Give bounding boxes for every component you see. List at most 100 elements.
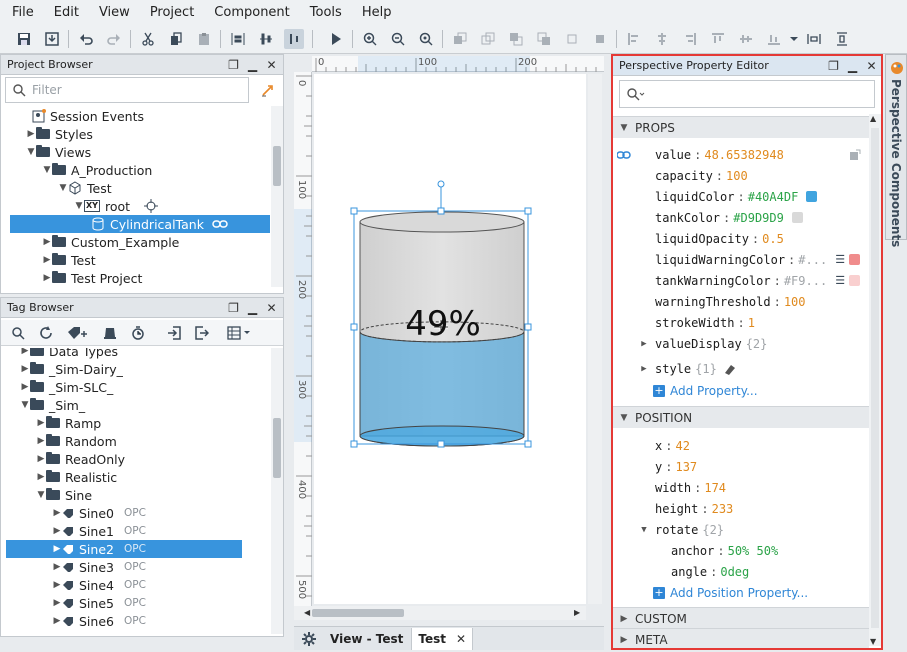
- restore-icon[interactable]: ❐: [228, 58, 239, 72]
- link-with-editor-icon[interactable]: [259, 81, 277, 99]
- expand-arrow-icon[interactable]: ▶: [639, 364, 649, 374]
- prop-row-tank-warning-color[interactable]: tankWarningColor: #F9... ☰: [655, 270, 861, 291]
- search-icon[interactable]: [11, 326, 25, 340]
- minimize-icon[interactable]: ▁: [847, 59, 858, 73]
- collapse-arrow-icon[interactable]: ▼: [74, 201, 84, 211]
- close-icon[interactable]: ✕: [266, 58, 277, 72]
- tree-item-views[interactable]: ▼ Views: [26, 143, 92, 161]
- menu-view[interactable]: View: [89, 5, 140, 20]
- menu-edit[interactable]: Edit: [44, 5, 89, 20]
- props-section-header[interactable]: ▼ PROPS: [613, 116, 869, 138]
- expand-arrow-icon[interactable]: ▶: [20, 364, 30, 374]
- expand-arrow-icon[interactable]: ▶: [619, 614, 629, 624]
- gear-icon[interactable]: [302, 631, 316, 646]
- prop-row-rotate[interactable]: ▼ rotate {2}: [639, 519, 724, 540]
- expand-arrow-icon[interactable]: ▶: [52, 544, 62, 554]
- tag-item-sine2[interactable]: ▶ Sine2 OPC: [6, 540, 242, 558]
- table-view-icon[interactable]: [227, 326, 253, 340]
- property-editor-scrollbar[interactable]: ▲ ▼: [869, 114, 881, 646]
- tag-item-data-types[interactable]: ▶ Data Types: [20, 348, 118, 360]
- collapse-arrow-icon[interactable]: ▼: [619, 123, 629, 133]
- import-icon[interactable]: [167, 326, 181, 340]
- prop-row-value-display[interactable]: ▶ valueDisplay {2}: [639, 333, 767, 354]
- prop-row-x[interactable]: x:42: [655, 435, 690, 456]
- save-all-icon[interactable]: [42, 29, 62, 49]
- restore-icon[interactable]: ❐: [828, 59, 839, 73]
- tree-item-test-folder[interactable]: ▶ Test: [42, 251, 96, 269]
- project-tree-scrollbar[interactable]: [271, 106, 283, 287]
- prop-value[interactable]: 48.65382948: [704, 148, 783, 162]
- color-swatch[interactable]: [849, 275, 861, 286]
- prop-row-value[interactable]: value:48.65382948: [613, 144, 869, 165]
- redo-icon[interactable]: [104, 29, 124, 49]
- collapse-arrow-icon[interactable]: ▼: [42, 165, 52, 175]
- align-top-icon[interactable]: [708, 29, 728, 49]
- group-icon[interactable]: [450, 29, 470, 49]
- project-filter-field[interactable]: Filter: [5, 77, 249, 103]
- property-search-field[interactable]: [619, 80, 875, 108]
- tag-item-sine1[interactable]: ▶ Sine1 OPC: [52, 522, 146, 540]
- layout-toggle-icon[interactable]: [284, 29, 304, 49]
- undo-icon[interactable]: [76, 29, 96, 49]
- color-swatch[interactable]: [791, 212, 803, 223]
- prop-row-angle[interactable]: angle:0deg: [671, 561, 749, 582]
- tag-item-sim-slc[interactable]: ▶ _Sim-SLC_: [20, 378, 114, 396]
- prop-row-liquid-opacity[interactable]: liquidOpacity:0.5: [655, 228, 784, 249]
- tree-item-custom-example[interactable]: ▶ Custom_Example: [42, 233, 180, 251]
- collapse-arrow-icon[interactable]: ▼: [26, 147, 36, 157]
- collapse-arrow-icon[interactable]: ▼: [20, 400, 30, 410]
- text-editor-icon[interactable]: ☰: [835, 274, 845, 287]
- tag-item-sine0[interactable]: ▶ Sine0 OPC: [52, 504, 146, 522]
- expand-arrow-icon[interactable]: ▶: [20, 382, 30, 392]
- save-icon[interactable]: [14, 29, 34, 49]
- close-tab-icon[interactable]: ✕: [456, 632, 466, 646]
- tag-item-sim-dairy[interactable]: ▶ _Sim-Dairy_: [20, 360, 123, 378]
- prop-row-style[interactable]: ▶ style {1}: [639, 358, 737, 379]
- expand-arrow-icon[interactable]: ▶: [20, 348, 30, 356]
- prop-row-liquid-warning-color[interactable]: liquidWarningColor: #... ☰: [655, 249, 861, 270]
- add-property-button[interactable]: + Add Property...: [653, 380, 758, 401]
- tab-test[interactable]: Test ✕: [411, 627, 474, 650]
- paste-icon[interactable]: [194, 29, 214, 49]
- expand-arrow-icon[interactable]: ▶: [619, 635, 629, 645]
- expand-arrow-icon[interactable]: ▶: [42, 255, 52, 265]
- tag-item-ramp[interactable]: ▶ Ramp: [36, 414, 102, 432]
- color-swatch[interactable]: [806, 191, 818, 202]
- distribute-vertical-icon[interactable]: [832, 29, 852, 49]
- expand-arrow-icon[interactable]: ▶: [52, 598, 62, 608]
- position-section-header[interactable]: ▼ POSITION: [613, 406, 869, 428]
- prop-config-icon[interactable]: [849, 149, 861, 161]
- distribute-icon[interactable]: [256, 29, 276, 49]
- cut-icon[interactable]: [138, 29, 158, 49]
- menu-tools[interactable]: Tools: [300, 5, 352, 20]
- menu-component[interactable]: Component: [204, 5, 299, 20]
- expand-arrow-icon[interactable]: ▶: [52, 562, 62, 572]
- menu-help[interactable]: Help: [352, 5, 402, 20]
- prop-row-liquid-color[interactable]: liquidColor: #40A4DF: [655, 186, 818, 207]
- tag-item-sine[interactable]: ▼ Sine: [36, 486, 93, 504]
- align-icon[interactable]: [228, 29, 248, 49]
- expand-arrow-icon[interactable]: ▶: [36, 472, 46, 482]
- move-down-icon[interactable]: [590, 29, 610, 49]
- expand-arrow-icon[interactable]: ▶: [42, 273, 52, 283]
- zoom-in-icon[interactable]: [360, 29, 380, 49]
- tag-item-readonly[interactable]: ▶ ReadOnly: [36, 450, 126, 468]
- tag-item-random[interactable]: ▶ Random: [36, 432, 117, 450]
- minimize-icon[interactable]: ▁: [247, 58, 258, 72]
- collapse-arrow-icon[interactable]: ▼: [36, 490, 46, 500]
- prop-row-stroke-width[interactable]: strokeWidth:1: [655, 312, 755, 333]
- bring-front-icon[interactable]: [506, 29, 526, 49]
- minimize-icon[interactable]: ▁: [247, 301, 258, 315]
- tag-item-sine4[interactable]: ▶ Sine4 OPC: [52, 576, 146, 594]
- align-middle-icon[interactable]: [736, 29, 756, 49]
- tree-item-root[interactable]: ▼ XY root: [74, 197, 159, 215]
- close-icon[interactable]: ✕: [866, 59, 877, 73]
- distribute-horizontal-icon[interactable]: [804, 29, 824, 49]
- expand-arrow-icon[interactable]: ▶: [36, 454, 46, 464]
- expand-arrow-icon[interactable]: ▶: [36, 436, 46, 446]
- collapse-arrow-icon[interactable]: ▼: [639, 525, 649, 535]
- prop-row-anchor[interactable]: anchor:50% 50%: [671, 540, 778, 561]
- expand-arrow-icon[interactable]: ▶: [52, 616, 62, 626]
- tag-item-sim[interactable]: ▼ _Sim_: [20, 396, 86, 414]
- send-back-icon[interactable]: [534, 29, 554, 49]
